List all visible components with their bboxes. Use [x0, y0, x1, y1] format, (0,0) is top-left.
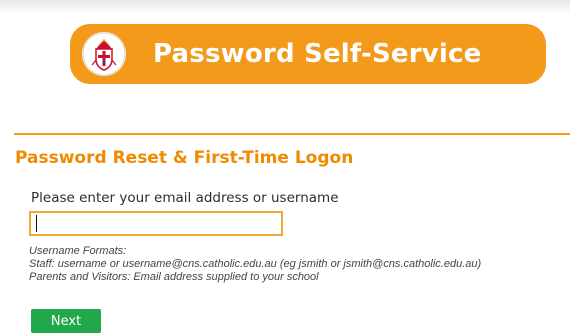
username-input[interactable] — [29, 211, 283, 236]
format-notes-staff: Staff: username or username@cns.catholic… — [29, 258, 482, 270]
page-title: Password Reset & First-Time Logon — [15, 148, 354, 168]
header-banner: Password Self-Service — [70, 24, 546, 84]
next-button[interactable]: Next — [31, 309, 101, 333]
app-title: Password Self-Service — [153, 39, 482, 69]
username-format-notes: Username Formats: Staff: username or use… — [29, 245, 481, 284]
format-notes-parents: Parents and Visitors: Email address supp… — [29, 271, 319, 283]
diocese-crest-icon — [82, 32, 126, 76]
top-shadow — [0, 0, 570, 14]
text-caret — [36, 215, 37, 232]
header-divider — [14, 133, 570, 135]
username-prompt-label: Please enter your email address or usern… — [31, 190, 339, 206]
format-notes-title: Username Formats: — [29, 245, 127, 257]
